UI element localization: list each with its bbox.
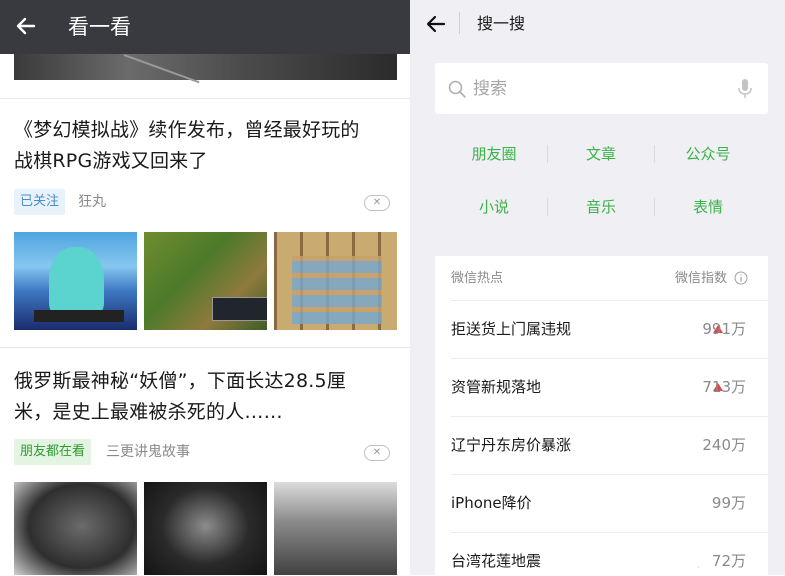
- friends-reading-tag: 朋友都在看: [14, 439, 92, 465]
- article-title-line: 米，是史上最难被杀死的人……: [14, 401, 283, 423]
- category-divider: [654, 198, 655, 216]
- category-articles[interactable]: 文章: [551, 144, 651, 164]
- look-panel: 看一看 《梦幻模拟战》续作发布，曾经最好玩的 战棋RPG游戏又回来了 已关注 狂…: [0, 0, 410, 575]
- page-title: 看一看: [68, 15, 131, 39]
- hot-topic-row[interactable]: 拒送货上门属违规 991万: [451, 300, 768, 359]
- category-stickers[interactable]: 表情: [658, 197, 758, 217]
- hot-topic-name: 拒送货上门属违规: [451, 320, 572, 338]
- hot-topic-index: 72万: [711, 552, 746, 570]
- hot-topics-list: 微信热点 微信指数 拒送货上门属违规 991万 资管新规落地 713万 辽宁丹东…: [435, 256, 768, 575]
- followed-tag: 已关注: [14, 189, 66, 215]
- hot-topic-index: 99万: [711, 494, 746, 512]
- wechat-index-header: 微信指数: [675, 271, 728, 286]
- article-thumbnail[interactable]: [14, 232, 137, 330]
- article-thumbnail[interactable]: [274, 482, 397, 575]
- page-title: 搜一搜: [477, 14, 526, 33]
- hot-topic-index: 240万: [702, 436, 746, 454]
- article-title-line: 《梦幻模拟战》续作发布，曾经最好玩的: [14, 119, 360, 141]
- category-official-accounts[interactable]: 公众号: [658, 144, 758, 164]
- hot-topics-header: 微信热点: [451, 271, 504, 286]
- dismiss-article-button[interactable]: ✕: [364, 195, 390, 211]
- search-panel: 搜一搜 搜索 朋友圈 文章 公众号 小说 音乐 表情 微信热点 微信指数 拒送货…: [410, 0, 785, 575]
- divider: [0, 98, 410, 99]
- hot-topic-name: 资管新规落地: [451, 378, 542, 396]
- article-source[interactable]: 狂丸: [78, 189, 106, 215]
- watermark: ·: [696, 560, 701, 576]
- close-icon: ✕: [372, 197, 382, 208]
- hot-topic-name: iPhone降价: [451, 494, 532, 512]
- category-divider: [654, 145, 655, 163]
- article-title-line: 俄罗斯最神秘“妖僧”，下面长达28.5厘: [14, 370, 346, 392]
- article-title[interactable]: 俄罗斯最神秘“妖僧”，下面长达28.5厘 米，是史上最难被杀死的人……: [14, 366, 404, 428]
- article-source[interactable]: 三更讲鬼故事: [106, 439, 190, 465]
- article-thumbnail[interactable]: [14, 482, 137, 575]
- article-title-line: 战棋RPG游戏又回来了: [14, 150, 208, 172]
- hot-topic-row[interactable]: 台湾花莲地震 72万: [451, 532, 768, 575]
- search-icon: [448, 80, 466, 98]
- article-title[interactable]: 《梦幻模拟战》续作发布，曾经最好玩的 战棋RPG游戏又回来了: [14, 115, 404, 177]
- search-placeholder: 搜索: [473, 79, 507, 99]
- divider: [0, 347, 410, 348]
- previous-article-image[interactable]: [14, 54, 397, 80]
- microphone-icon[interactable]: [737, 78, 753, 100]
- header-divider: [459, 12, 460, 34]
- info-icon[interactable]: [734, 271, 748, 285]
- category-divider: [547, 198, 548, 216]
- category-novels[interactable]: 小说: [444, 197, 544, 217]
- hot-topic-index: 713万: [702, 378, 746, 396]
- dismiss-article-button[interactable]: ✕: [364, 445, 390, 461]
- article-thumbnail[interactable]: [274, 232, 397, 330]
- article-thumbnail[interactable]: [144, 482, 267, 575]
- back-arrow-icon[interactable]: [14, 14, 38, 38]
- back-arrow-icon[interactable]: [424, 12, 448, 36]
- hot-topic-name: 台湾花莲地震: [451, 552, 542, 570]
- hot-topic-name: 辽宁丹东房价暴涨: [451, 436, 572, 454]
- category-divider: [547, 145, 548, 163]
- hot-topic-row[interactable]: 资管新规落地 713万: [451, 358, 768, 417]
- category-music[interactable]: 音乐: [551, 197, 651, 217]
- article-thumbnail[interactable]: [144, 232, 267, 330]
- hot-topic-index: 991万: [702, 320, 746, 338]
- close-icon: ✕: [372, 447, 382, 458]
- hot-topic-row[interactable]: 辽宁丹东房价暴涨 240万: [451, 416, 768, 475]
- search-input[interactable]: 搜索: [435, 63, 768, 114]
- hot-topic-row[interactable]: iPhone降价 99万: [451, 474, 768, 533]
- top-bar: 看一看: [0, 0, 410, 54]
- category-moments[interactable]: 朋友圈: [444, 144, 544, 164]
